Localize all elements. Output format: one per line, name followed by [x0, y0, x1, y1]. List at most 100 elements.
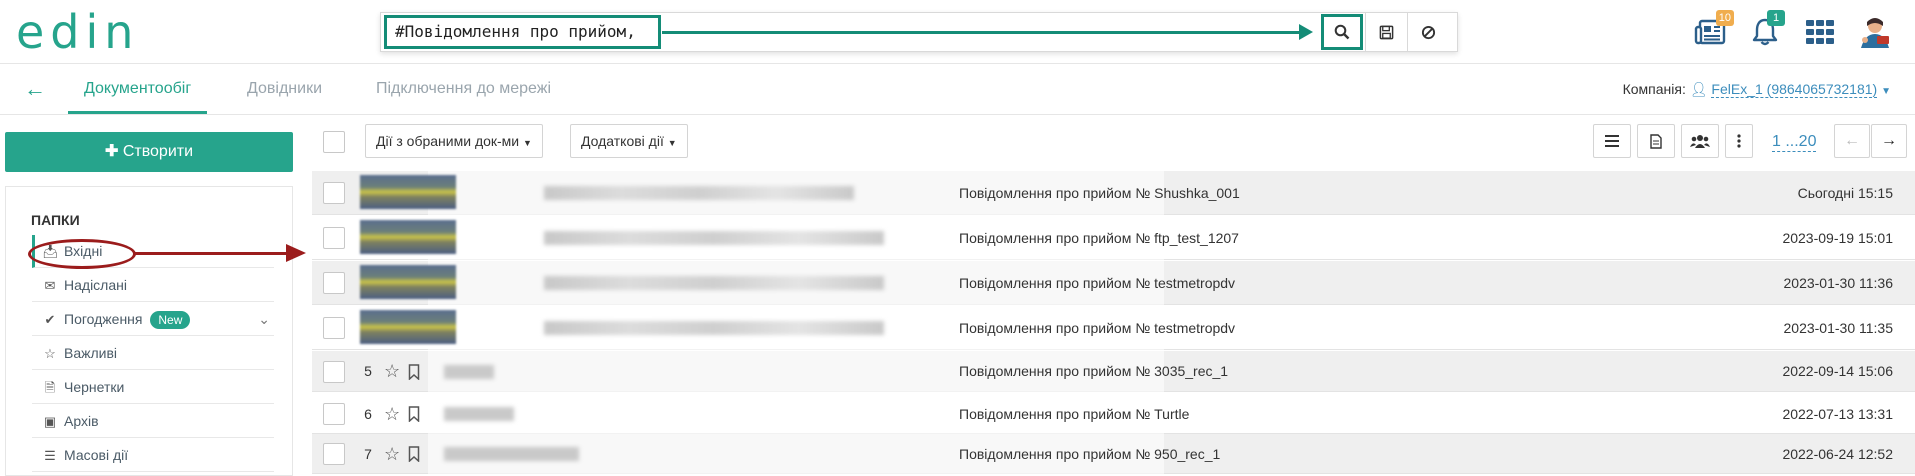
create-button[interactable]: ✚ Створити [5, 132, 293, 172]
pagination-range[interactable]: 1 ...20 [1772, 133, 1817, 152]
folder-item-label: Надіслані [64, 277, 127, 293]
row-checkbox[interactable] [323, 272, 345, 294]
row-subject[interactable]: Повідомлення про прийом № 950_rec_1 [959, 434, 1220, 474]
bulk-actions-dropdown[interactable]: Дії з обраними док-ми ▼ [365, 124, 543, 158]
star-icon[interactable]: ☆ [384, 434, 400, 474]
row-subject[interactable]: Повідомлення про прийом № testmetropdv [959, 261, 1235, 305]
folder-item-sent[interactable]: ✉︎ Надіслані [32, 269, 274, 302]
row-subject[interactable]: Повідомлення про прийом № 3035_rec_1 [959, 351, 1228, 392]
folder-item-archive[interactable]: ▣ Архів [32, 405, 274, 438]
prev-page-button[interactable]: ← [1834, 124, 1870, 158]
folder-item-label: Погодження [64, 311, 143, 327]
arrow-left-icon: ← [1844, 132, 1860, 149]
row-subject[interactable]: Повідомлення про прийом № Turtle [959, 394, 1189, 434]
folder-item-important[interactable]: ☆ Важливі [32, 337, 274, 370]
save-search-button[interactable] [1365, 13, 1407, 51]
edin-logo[interactable]: edin [16, 9, 139, 55]
kebab-icon [1737, 134, 1741, 148]
folder-item-bulk-actions[interactable]: ☰ Масові дії [32, 439, 274, 472]
envelope-icon: ✉︎ [44, 278, 56, 293]
folders-panel: ПАПКИ 📥︎ Вхідні ✉︎ Надіслані ✔ Погодження N… [5, 186, 293, 476]
row-checkbox[interactable] [323, 317, 345, 339]
news-button[interactable]: 10 [1690, 10, 1734, 50]
caret-down-icon: ▼ [523, 138, 532, 148]
annotation-arrow-head [286, 244, 306, 262]
table-row[interactable]: 4☆Повідомлення про прийом № testmetropdv… [312, 306, 1915, 350]
company-value[interactable]: FelEx_1 (9864065732181) [1711, 81, 1878, 98]
folder-item-label: Важливі [64, 345, 118, 361]
document-view-button[interactable] [1637, 124, 1675, 158]
arrow-left-icon[interactable]: ← [24, 78, 46, 100]
table-row[interactable]: 6 ☆ Повідомлення про прийом № Turtle 2022-0… [312, 394, 1915, 434]
user-avatar[interactable] [1855, 14, 1895, 50]
list-icon: ☰ [44, 448, 56, 463]
tab-network-connection[interactable]: Підключення до мережі [376, 65, 551, 114]
tab-directories[interactable]: Довідники [247, 65, 322, 114]
folder-item-approval[interactable]: ✔ Погодження New ⌄ [32, 303, 274, 336]
news-badge: 10 [1715, 10, 1734, 26]
row-checkbox[interactable] [323, 443, 345, 465]
clear-search-button[interactable] [1407, 13, 1449, 51]
folder-item-label: Чернетки [64, 379, 125, 395]
bell-badge: 1 [1767, 10, 1785, 26]
extra-actions-dropdown[interactable]: Додаткові дії ▼ [570, 124, 688, 158]
row-date: 2023-09-19 15:01 [1782, 230, 1893, 246]
table-row[interactable]: 1☆Повідомлення про прийом № Shushka_001С… [312, 171, 1915, 215]
row-checkbox[interactable] [323, 182, 345, 204]
search-input[interactable]: #Повідомлення про прийом, [384, 15, 661, 49]
bulk-actions-label: Дії з обраними док-ми [376, 133, 520, 149]
star-icon[interactable]: ☆ [384, 351, 400, 392]
notifications-button[interactable]: 1 [1745, 10, 1785, 50]
row-subject[interactable]: Повідомлення про прийом № Shushka_001 [959, 171, 1240, 215]
row-checkbox[interactable] [323, 360, 345, 383]
top-header: edin #Повідомлення про прийом, 10 1 [0, 0, 1915, 64]
annotation-ellipse [28, 239, 136, 269]
search-button[interactable] [1321, 14, 1363, 50]
list-icon [1605, 135, 1619, 147]
search-icon [1334, 24, 1350, 40]
folder-item-label: Архів [64, 413, 99, 429]
redacted-counterparty [444, 447, 579, 461]
folder-item-drafts[interactable]: 🗎︎ Чернетки [32, 371, 274, 404]
apps-grid-icon [1806, 20, 1834, 44]
row-checkbox[interactable] [323, 227, 345, 249]
row-checkbox[interactable] [323, 403, 345, 425]
file-icon [1650, 133, 1662, 149]
more-options-button[interactable] [1725, 124, 1753, 158]
bookmark-icon[interactable] [408, 406, 420, 422]
row-date: Сьогодні 15:15 [1797, 185, 1893, 201]
next-page-button[interactable]: → [1871, 124, 1907, 158]
table-row[interactable]: 7 ☆ Повідомлення про прийом № 950_rec_1 202… [312, 434, 1915, 474]
row-date: 2023-01-30 11:35 [1783, 320, 1894, 336]
check-icon: ✔ [44, 312, 56, 327]
redacted-logo [360, 175, 456, 209]
ban-icon [1421, 25, 1436, 39]
company-selector[interactable]: Компанія: 👤︎ FelEx_1 (9864065732181) ▼ [1623, 81, 1891, 98]
caret-down-icon: ▼ [667, 138, 677, 148]
row-subject[interactable]: Повідомлення про прийом № ftp_test_1207 [959, 216, 1239, 260]
apps-button[interactable] [1800, 14, 1840, 50]
star-icon: ☆ [44, 346, 56, 361]
user-icon: 👤︎ [1689, 81, 1708, 97]
select-all-checkbox[interactable] [323, 131, 345, 153]
redacted-counterparty [544, 231, 884, 245]
row-subject[interactable]: Повідомлення про прийом № testmetropdv [959, 306, 1235, 350]
bookmark-icon[interactable] [408, 363, 420, 380]
annotation-arrow [135, 252, 289, 255]
create-button-label: Створити [122, 143, 194, 160]
redacted-logo [360, 265, 456, 299]
extra-actions-label: Додаткові дії [581, 133, 664, 149]
bookmark-icon[interactable] [408, 446, 420, 462]
folder-item-label: Масові дії [64, 447, 129, 463]
redacted-counterparty [544, 276, 884, 290]
table-row[interactable]: 2☆Повідомлення про прийом № ftp_test_120… [312, 216, 1915, 260]
group-view-button[interactable] [1681, 124, 1719, 158]
table-row[interactable]: 5 ☆ Повідомлення про прийом № 3035_rec_1 20… [312, 351, 1915, 392]
search-bar: #Повідомлення про прийом, [380, 12, 1458, 52]
tab-document-flow[interactable]: Документообіг [68, 65, 208, 114]
table-row[interactable]: 3☆Повідомлення про прийом № testmetropdv… [312, 261, 1915, 305]
chevron-down-icon[interactable]: ⌄ [258, 303, 270, 336]
redacted-counterparty [444, 364, 494, 379]
list-view-button[interactable] [1593, 124, 1631, 158]
star-icon[interactable]: ☆ [384, 394, 400, 434]
